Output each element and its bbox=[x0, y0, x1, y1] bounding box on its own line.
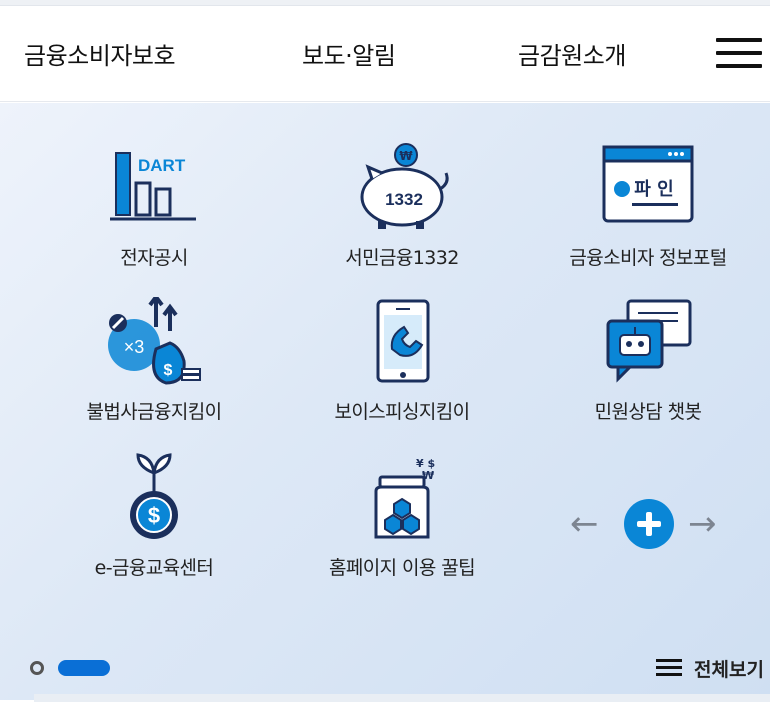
tile-seomin-1332[interactable]: ₩ 1332 서민금융1332 bbox=[282, 143, 522, 270]
chatbot-icon bbox=[606, 299, 692, 383]
nav-press-news[interactable]: 보도·알림 bbox=[302, 36, 396, 71]
tile-label: e-금융교육센터 bbox=[94, 557, 214, 579]
times-three-text: ×3 bbox=[124, 337, 145, 357]
tile-e-education[interactable]: $ e-금융교육센터 bbox=[34, 453, 274, 580]
piggy-text: 1332 bbox=[385, 190, 423, 209]
page-dot-1[interactable] bbox=[30, 661, 44, 675]
hamburger-menu-icon[interactable] bbox=[716, 38, 762, 72]
coin-sprout-icon: $ bbox=[130, 453, 178, 539]
tile-label: 금융소비자 정보포털 bbox=[569, 247, 727, 269]
tile-label: 보이스피싱지킴이 bbox=[334, 401, 470, 423]
nav-consumer-protection[interactable]: 금융소비자보호 bbox=[24, 36, 176, 71]
dart-text: DART bbox=[138, 156, 186, 175]
arrow-right-icon[interactable]: → bbox=[688, 507, 717, 541]
right-edge bbox=[770, 0, 778, 702]
header: 금융소비자보호 보도·알림 금감원소개 bbox=[0, 6, 770, 102]
fine-portal-icon: 파 인 bbox=[602, 145, 694, 223]
tile-label: 불법사금융지킴이 bbox=[86, 401, 222, 423]
tile-dart[interactable]: DART 전자공시 bbox=[34, 143, 274, 270]
list-menu-icon bbox=[656, 659, 682, 677]
plus-circle-icon[interactable] bbox=[624, 499, 674, 549]
money-bag-icon: ×3 $ bbox=[108, 297, 201, 385]
tile-homepage-tips[interactable]: ¥ $ ₩ 홈페이지 이용 꿀팁 bbox=[282, 453, 522, 580]
view-all-label: 전체보기 bbox=[694, 659, 764, 681]
tile-voice-phishing[interactable]: 보이스피싱지킴이 bbox=[282, 297, 522, 424]
bottom-strip bbox=[34, 694, 770, 702]
tile-illegal-finance[interactable]: ×3 $ 불법사금융지킴이 bbox=[34, 297, 274, 424]
phone-call-icon bbox=[376, 299, 430, 383]
tile-fine-portal[interactable]: 파 인 금융소비자 정보포털 bbox=[528, 143, 768, 270]
honey-jar-icon: ¥ $ ₩ bbox=[374, 457, 435, 539]
nav-about-fss[interactable]: 금감원소개 bbox=[518, 36, 626, 71]
tile-label: 서민금융1332 bbox=[345, 247, 459, 269]
tile-chatbot[interactable]: 민원상담 챗봇 bbox=[528, 297, 768, 424]
svg-text:$: $ bbox=[164, 362, 173, 379]
piggy-bank-icon: ₩ 1332 bbox=[360, 143, 449, 229]
quick-links-panel: DART 전자공시 ₩ 1332 서민금융1332 파 인 금융소비자 정보포털 bbox=[0, 103, 770, 700]
carousel-controls: ← → bbox=[560, 497, 740, 553]
tile-label: 민원상담 챗봇 bbox=[594, 401, 702, 423]
tile-label: 홈페이지 이용 꿀팁 bbox=[329, 557, 476, 579]
tile-label: 전자공시 bbox=[120, 247, 188, 269]
arrow-left-icon[interactable]: ← bbox=[570, 507, 599, 541]
fine-text: 파 인 bbox=[634, 179, 673, 200]
dart-chart-icon: DART bbox=[110, 152, 196, 221]
svg-text:$: $ bbox=[148, 503, 160, 528]
page-dot-2-active[interactable] bbox=[58, 660, 110, 676]
svg-text:₩: ₩ bbox=[399, 149, 413, 163]
